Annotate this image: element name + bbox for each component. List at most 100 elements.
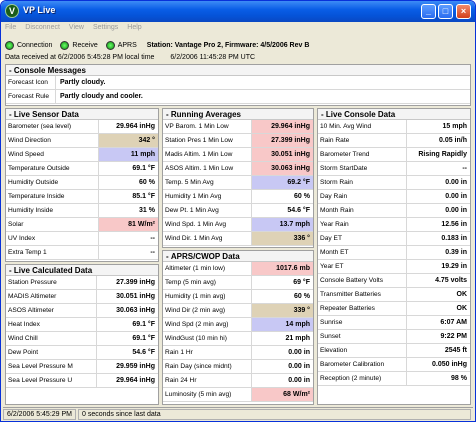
running-header: - Running Averages [163, 109, 313, 120]
data-row: Heat Index 69.1 °F [6, 318, 158, 332]
row-label: Solar [8, 221, 24, 228]
maximize-button[interactable]: □ [438, 4, 453, 19]
data-row: Wind Chill 69.1 °F [6, 332, 158, 346]
row-label: Rain Rate [320, 137, 350, 144]
row-value: 29.964 inHg [98, 120, 158, 133]
data-row: Elevation 2545 ft [318, 344, 470, 358]
data-row: Sea Level Pressure U 29.964 inHg [6, 374, 158, 388]
live-calculated-panel: - Live Calculated Data Station Pressure 27… [5, 264, 159, 405]
menu-settings[interactable]: Settings [93, 24, 118, 35]
row-label: Day Rain [320, 193, 348, 200]
data-row: Wind Spd (2 min avg) 14 mph [163, 318, 313, 332]
row-label: Wind Direction [8, 137, 51, 144]
row-label: Barometer Trend [320, 151, 370, 158]
row-label: MADIS Altimeter [8, 293, 57, 300]
row-value: 339 ° [251, 304, 313, 317]
data-row: Wind Speed 11 mph [6, 148, 158, 162]
row-value: 0.00 in [406, 204, 470, 217]
row-label: Dew Point [8, 349, 39, 356]
data-row: Altimeter (1 min low) 1017.6 mb [163, 262, 313, 276]
row-label: ASOS Altimeter [8, 307, 54, 314]
row-label: Sea Level Pressure U [8, 377, 73, 384]
row-value: 81 W/m² [98, 218, 158, 231]
data-row: Month ET 0.39 in [318, 246, 470, 260]
menu-help[interactable]: Help [127, 24, 141, 35]
minimize-button[interactable]: _ [421, 4, 436, 19]
menu-disconnect[interactable]: Disconnect [25, 24, 60, 35]
aprs-indicator: APRS [105, 40, 137, 50]
menu-view[interactable]: View [69, 24, 84, 35]
live-calc-header: - Live Calculated Data [6, 265, 158, 276]
data-row: Transmitter Batteries OK [318, 288, 470, 302]
row-value: 68 W/m² [251, 388, 313, 401]
row-value: 27.399 inHg [251, 134, 313, 147]
row-label: Storm Rain [320, 179, 353, 186]
row-label: Day ET [320, 235, 342, 242]
row-label: Sunset [320, 333, 341, 340]
live-sensor-panel: - Live Sensor Data Barometer (sea level) 2… [5, 108, 159, 262]
console-header: - Live Console Data [318, 109, 470, 120]
row-value: 69.2 °F [251, 176, 313, 189]
row-label: Month ET [320, 249, 349, 256]
row-label: Month Rain [320, 207, 354, 214]
live-console-panel: - Live Console Data 10 Min. Avg Wind 15 mp… [317, 108, 471, 405]
data-row: Temperature Outside 69.1 °F [6, 162, 158, 176]
row-value: 19.29 in [406, 260, 470, 273]
row-label: Luminosity (5 min avg) [165, 391, 232, 398]
row-label: Humidity (1 min avg) [165, 293, 226, 300]
data-received-utc: 6/2/2006 11:45:28 PM UTC [170, 54, 256, 61]
row-value: 69.1 °F [96, 318, 158, 331]
row-label: Wind Spd. 1 Min Avg [165, 221, 227, 228]
app-icon: V [5, 4, 19, 18]
row-label: Repeater Batteries [320, 305, 375, 312]
connection-led-icon [5, 40, 14, 50]
data-row: Wind Spd. 1 Min Avg 13.7 mph [163, 218, 313, 232]
data-row: Temp (5 min avg) 69 °F [163, 276, 313, 290]
row-value: 85.1 °F [98, 190, 158, 203]
row-value: 15 mph [406, 120, 470, 133]
data-row: Reception (2 minute) 98 % [318, 372, 470, 386]
row-value: 69.1 °F [98, 162, 158, 175]
row-value: 6:07 AM [406, 316, 470, 329]
data-row: Humidity Inside 31 % [6, 204, 158, 218]
data-row: Wind Dir. 1 Min Avg 336 ° [163, 232, 313, 246]
data-row: Humidity (1 min avg) 60 % [163, 290, 313, 304]
row-value: 1017.6 mb [251, 262, 313, 275]
row-value: 27.399 inHg [96, 276, 158, 289]
row-value: 0.183 in [406, 232, 470, 245]
data-row: Station Pressure 27.399 inHg [6, 276, 158, 290]
row-label: Wind Speed [8, 151, 44, 158]
row-value: 0.05 in/h [406, 134, 470, 147]
row-label: Temperature Inside [8, 193, 65, 200]
data-row: UV Index -- [6, 232, 158, 246]
row-value: 4.75 volts [406, 274, 470, 287]
title-bar[interactable]: V VP Live _ □ × [1, 1, 475, 22]
row-label: Temp. 5 Min Avg [165, 179, 214, 186]
row-value: 0.00 in [251, 346, 313, 359]
data-row: Luminosity (5 min avg) 68 W/m² [163, 388, 313, 402]
data-row: Wind Dir (2 min avg) 339 ° [163, 304, 313, 318]
row-label: Madis Altim. 1 Min Low [165, 151, 233, 158]
row-label: Wind Dir (2 min avg) [165, 307, 226, 314]
data-row: Sunset 9:22 PM [318, 330, 470, 344]
aprs-cwop-panel: - APRS/CWOP Data Altimeter (1 min low) 101… [162, 250, 314, 405]
row-value: 12.56 in [406, 218, 470, 231]
data-row: Rain 1 Hr 0.00 in [163, 346, 313, 360]
data-row: Station Pres 1 Min Low 27.399 inHg [163, 134, 313, 148]
row-label: Reception (2 minute) [320, 375, 382, 382]
forecast-icon-label: Forecast Icon [6, 76, 56, 89]
close-button[interactable]: × [456, 4, 471, 19]
row-label: Rain Day (since midnt) [165, 363, 232, 370]
forecast-rule-row: Forecast Rule Partly cloudy and cooler. [6, 90, 470, 104]
row-value: 0.00 in [251, 374, 313, 387]
row-value: 54.6 °F [251, 204, 313, 217]
data-row: ASOS Altim. 1 Min Low 30.063 inHg [163, 162, 313, 176]
row-label: Year ET [320, 263, 344, 270]
row-label: Humidity Inside [8, 207, 54, 214]
data-row: VP Barom. 1 Min Low 29.964 inHg [163, 120, 313, 134]
menu-file[interactable]: File [5, 24, 16, 35]
row-value: 9:22 PM [406, 330, 470, 343]
main-window: V VP Live _ □ × File Disconnect View Set… [0, 0, 476, 422]
row-value: 11 mph [98, 148, 158, 161]
row-value: 29.959 inHg [96, 360, 158, 373]
